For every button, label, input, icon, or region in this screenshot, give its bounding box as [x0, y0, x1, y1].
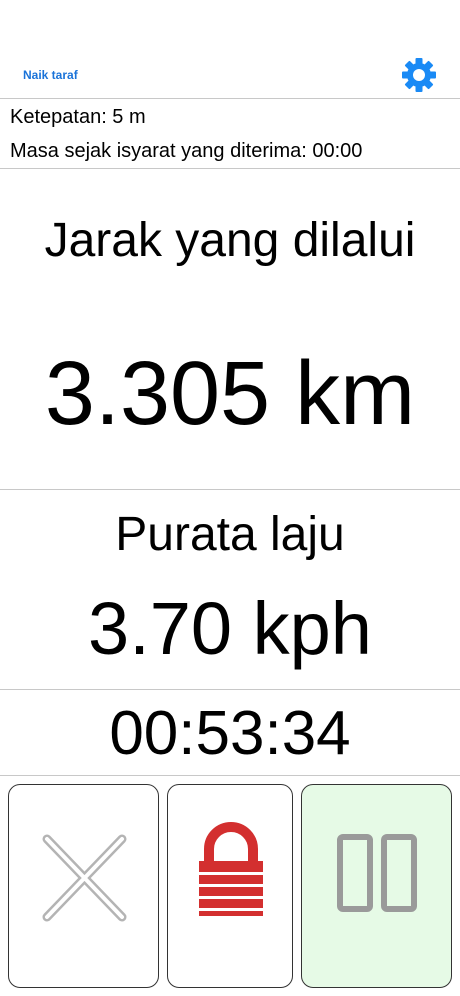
- close-icon: [42, 834, 127, 922]
- settings-button[interactable]: [400, 56, 438, 94]
- divider: [0, 489, 460, 490]
- upgrade-link[interactable]: Naik taraf: [23, 68, 78, 82]
- lock-icon: [199, 822, 263, 916]
- distance-label: Jarak yang dilalui: [44, 214, 416, 267]
- stop-button[interactable]: [8, 784, 159, 988]
- divider: [0, 98, 460, 99]
- signal-time-text: Masa sejak isyarat yang diterima: 00:00: [10, 140, 363, 162]
- top-bar: Naik taraf: [0, 0, 460, 98]
- elapsed-timer: 00:53:34: [109, 699, 351, 768]
- divider: [0, 689, 460, 690]
- speed-label: Purata laju: [115, 508, 345, 561]
- pause-button[interactable]: [301, 784, 452, 988]
- lock-button[interactable]: [167, 784, 293, 988]
- speed-value: 3.70 kph: [88, 587, 372, 670]
- pause-icon: [337, 834, 417, 912]
- divider: [0, 775, 460, 776]
- accuracy-text: Ketepatan: 5 m: [10, 106, 146, 128]
- distance-value: 3.305 km: [44, 344, 416, 444]
- divider: [0, 168, 460, 169]
- gear-icon: [402, 58, 436, 92]
